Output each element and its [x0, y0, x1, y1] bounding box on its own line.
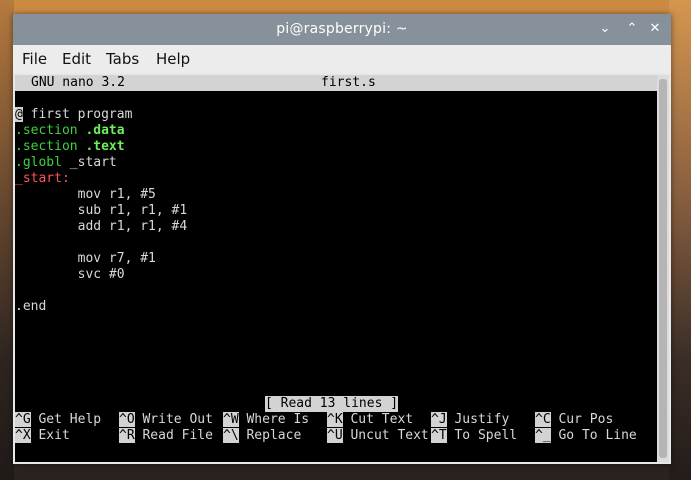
code-line: sub r1, r1, #1	[15, 203, 188, 218]
menu-file[interactable]: File	[22, 50, 47, 68]
title-bar[interactable]: pi@raspberrypi: ~ ⌄ ⌃ ✕	[13, 14, 671, 45]
directive-argument: .data	[85, 123, 125, 138]
code-line: .end	[15, 299, 47, 314]
minimize-icon[interactable]: ⌄	[596, 20, 614, 38]
code-line: add r1, r1, #4	[15, 219, 188, 234]
menu-edit[interactable]: Edit	[62, 50, 91, 68]
shortcut-where-is[interactable]: ^W Where Is	[223, 412, 309, 428]
scrollbar-thumb[interactable]	[659, 79, 667, 458]
scrollbar[interactable]	[657, 75, 669, 462]
menu-tabs[interactable]: Tabs	[106, 50, 139, 68]
shortcut-cut-text[interactable]: ^K Cut Text	[327, 412, 413, 428]
code-line: mov r1, #5	[15, 187, 156, 202]
directive-keyword: .globl	[15, 155, 62, 170]
shortcut-cur-pos[interactable]: ^C Cur Pos	[535, 412, 613, 428]
shortcut-to-spell[interactable]: ^T To Spell	[431, 428, 517, 444]
menu-help[interactable]: Help	[156, 50, 190, 68]
directive-keyword: .section	[15, 139, 78, 154]
shortcut-justify[interactable]: ^J Justify	[431, 412, 509, 428]
code-line: .section .data	[15, 123, 125, 139]
maximize-icon[interactable]: ⌃	[623, 20, 641, 38]
directive-argument: .text	[85, 139, 125, 154]
shortcut-replace[interactable]: ^\ Replace	[223, 428, 301, 444]
status-message: [ Read 13 lines ]	[265, 396, 399, 412]
desktop-background-left	[0, 0, 14, 480]
nano-version: GNU nano 3.2	[31, 75, 125, 90]
directive-argument: _start	[61, 155, 117, 170]
directive-keyword: .section	[15, 123, 78, 138]
comment-text: first program	[22, 107, 133, 122]
code-line: mov r7, #1	[15, 251, 156, 266]
code-line: svc #0	[15, 267, 125, 282]
close-icon[interactable]: ✕	[646, 20, 664, 38]
code-label: _start:	[15, 171, 70, 186]
shortcut-read-file[interactable]: ^R Read File	[119, 428, 213, 444]
code-line: .globl _start	[15, 155, 117, 171]
desktop-background-right	[669, 0, 691, 480]
terminal-area[interactable]: GNU nano 3.2 first.s @ first program .se…	[15, 75, 657, 462]
shortcut-get-help[interactable]: ^G Get Help	[15, 412, 101, 428]
shortcut-uncut-text[interactable]: ^U Uncut Text	[327, 428, 429, 444]
shortcut-write-out[interactable]: ^O Write Out	[119, 412, 213, 428]
shortcut-go-to-line[interactable]: ^_ Go To Line	[535, 428, 637, 444]
terminal-window: pi@raspberrypi: ~ ⌄ ⌃ ✕ File Edit Tabs H…	[13, 14, 671, 464]
code-line: @ first program	[15, 107, 132, 123]
shortcut-exit[interactable]: ^X Exit	[15, 428, 70, 444]
nano-header: GNU nano 3.2 first.s	[15, 75, 657, 91]
window-title: pi@raspberrypi: ~	[276, 21, 408, 37]
nano-filename: first.s	[321, 75, 376, 90]
text-cursor: @	[15, 107, 23, 122]
code-line: .section .text	[15, 139, 125, 155]
menu-bar: File Edit Tabs Help	[13, 45, 671, 73]
